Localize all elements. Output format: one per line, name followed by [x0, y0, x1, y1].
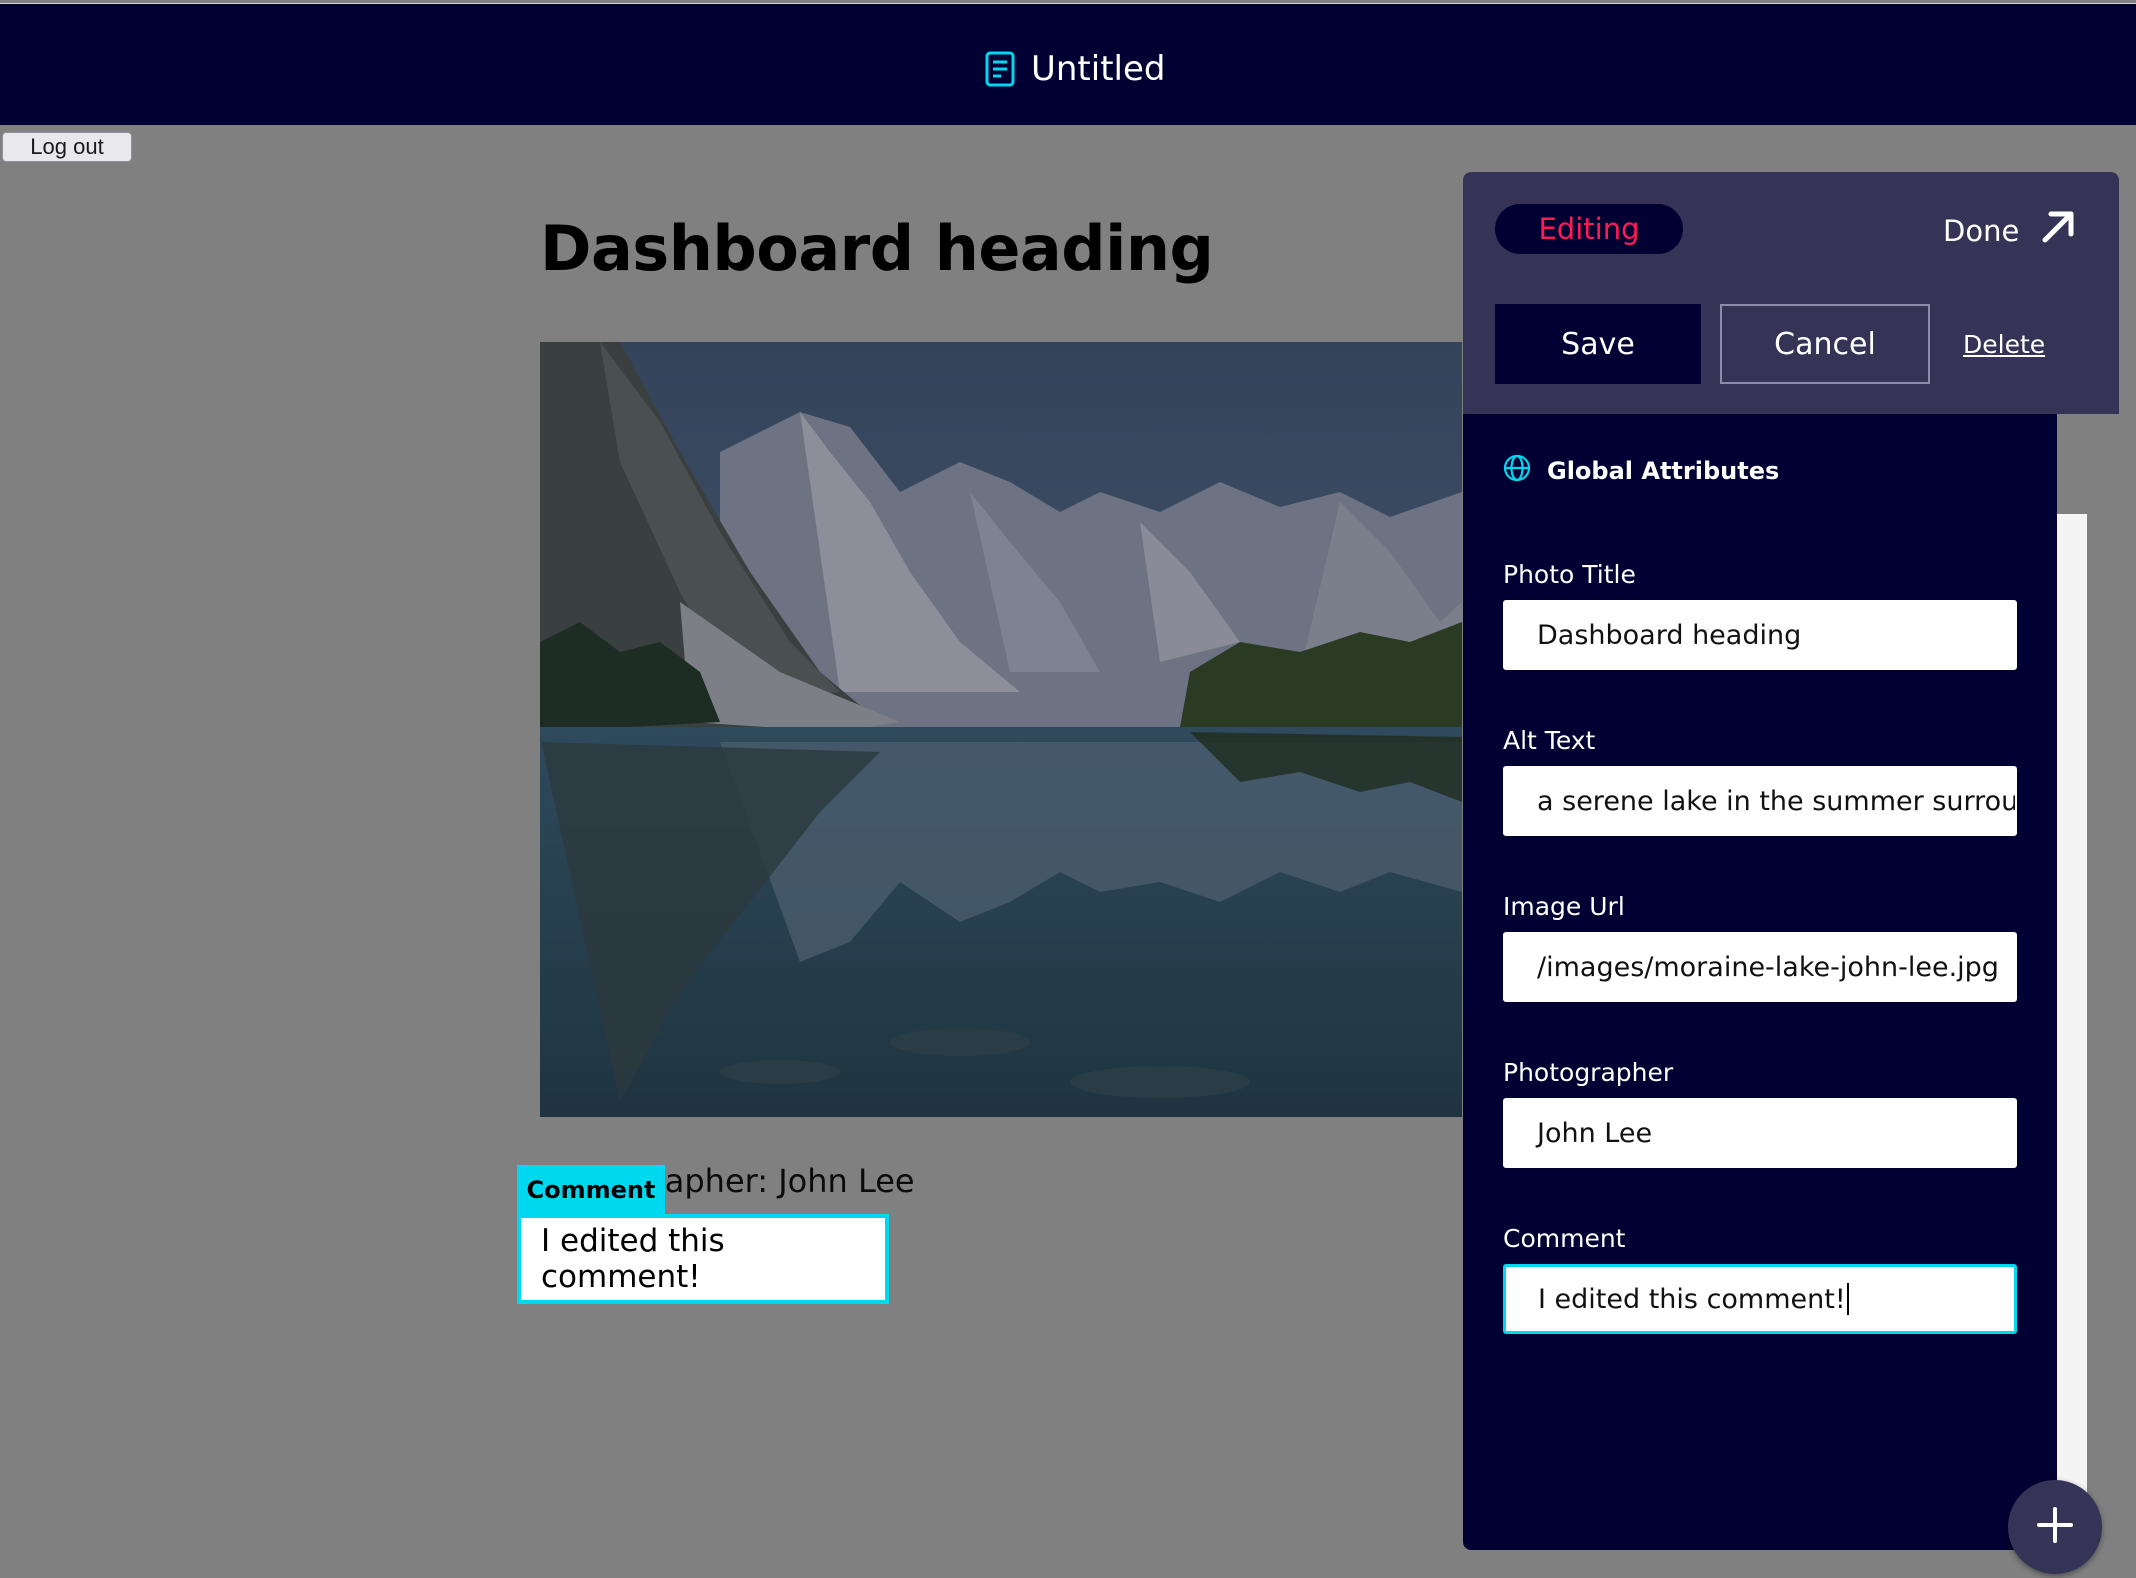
page-heading: Dashboard heading	[540, 212, 1214, 285]
document-title[interactable]: Untitled	[985, 44, 1166, 94]
save-button[interactable]: Save	[1495, 304, 1701, 384]
editing-status-badge: Editing	[1495, 204, 1683, 254]
document-icon	[985, 51, 1015, 87]
editor-panel-body: Global Attributes Photo Title Dashboard …	[1463, 414, 2057, 1550]
delete-link[interactable]: Delete	[1963, 330, 2045, 359]
global-attributes-title: Global Attributes	[1547, 457, 1780, 485]
global-attributes-section: Global Attributes	[1503, 454, 1779, 488]
photo-title-input[interactable]: Dashboard heading	[1503, 600, 2017, 670]
image-url-input[interactable]: /images/moraine-lake-john-lee.jpg	[1503, 932, 2017, 1002]
alt-text-label: Alt Text	[1503, 726, 1596, 755]
photographer-label: Photographer	[1503, 1058, 1674, 1087]
comment-tag: Comment	[517, 1165, 665, 1215]
panel-scrollbar[interactable]	[2057, 514, 2087, 1550]
photo-title-label: Photo Title	[1503, 560, 1636, 589]
mountain-lake-photo	[540, 342, 1462, 1117]
editor-panel-header: Editing Done Save Cancel Delete	[1463, 172, 2119, 414]
done-button[interactable]: Done	[1943, 210, 2075, 251]
photographer-input[interactable]: John Lee	[1503, 1098, 2017, 1168]
done-label: Done	[1943, 213, 2020, 248]
add-button[interactable]	[2008, 1480, 2102, 1574]
text-caret	[1846, 1283, 1849, 1315]
comment-label: Comment	[1503, 1224, 1626, 1253]
globe-icon	[1503, 454, 1531, 488]
top-bar: Untitled	[0, 3, 2136, 125]
arrow-up-right-icon	[2041, 210, 2075, 251]
comment-display[interactable]: I edited this comment!	[517, 1214, 889, 1304]
logout-button[interactable]: Log out	[2, 132, 132, 162]
alt-text-input[interactable]: a serene lake in the summer surrou	[1503, 766, 2017, 836]
plus-icon	[2035, 1505, 2075, 1549]
cancel-button[interactable]: Cancel	[1720, 304, 1930, 384]
comment-input-text: I edited this comment!	[1538, 1283, 1846, 1315]
image-url-label: Image Url	[1503, 892, 1625, 921]
comment-input[interactable]: I edited this comment!	[1503, 1264, 2017, 1334]
document-title-text: Untitled	[1031, 49, 1166, 89]
